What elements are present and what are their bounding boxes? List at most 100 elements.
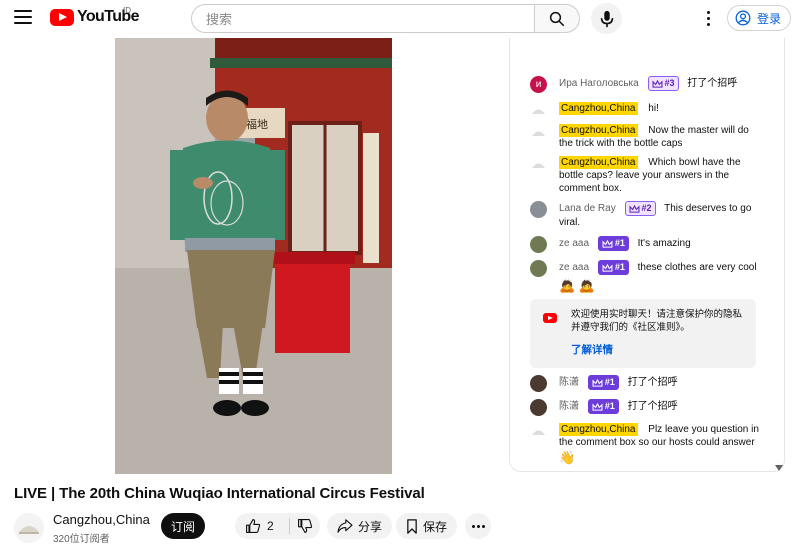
- crown-icon: [602, 263, 613, 272]
- chat-author[interactable]: Cangzhou,China: [559, 156, 638, 169]
- crown-icon: [592, 402, 603, 411]
- chat-author[interactable]: 陈潇: [559, 377, 579, 388]
- avatar[interactable]: [530, 156, 547, 173]
- badge-rank: #3: [664, 78, 675, 88]
- like-button[interactable]: 2: [235, 513, 289, 539]
- badge-rank: #1: [614, 238, 625, 248]
- save-label: 保存: [423, 519, 448, 534]
- chat-message: Lana de Ray #2 This deserves to go viral…: [530, 201, 762, 229]
- chat-text: 打了个招呼: [627, 401, 678, 413]
- chat-message: 陈潇 #1 打了个招呼: [530, 375, 762, 392]
- channel-logo-icon: [532, 109, 545, 114]
- thumbs-up-icon: [246, 519, 261, 533]
- chat-text: 打了个招呼: [627, 377, 678, 389]
- bowing-emoji: 🙇 🙇: [559, 278, 595, 293]
- channel-logo-icon: [532, 430, 545, 435]
- live-chat-panel: и Ира Наголовська #3 打了个招呼 Cangzhou,Chin…: [509, 38, 785, 472]
- avatar[interactable]: [530, 124, 547, 141]
- member-badge: #3: [647, 76, 679, 91]
- channel-logo-icon: [532, 163, 545, 168]
- subscribe-button[interactable]: 订阅: [161, 513, 205, 539]
- chat-message: Cangzhou,China Plz leave you question in…: [530, 423, 762, 466]
- avatar[interactable]: [530, 201, 547, 218]
- chat-text: hi!: [648, 103, 659, 114]
- emoji-row: 🙇 🙇: [559, 279, 762, 294]
- chat-welcome-notice: 欢迎使用实时聊天！请注意保护你的隐私并遵守我们的《社区准则》。 了解详情: [530, 299, 756, 368]
- thumbs-down-icon: [298, 519, 313, 533]
- chat-message: 陈潇 #1 打了个招呼: [530, 399, 762, 416]
- sign-in-button[interactable]: 登录: [727, 5, 791, 31]
- chat-message: Cangzhou,China Now the master will do th…: [530, 124, 762, 150]
- subscriber-count: 320位订阅者: [53, 534, 110, 545]
- avatar[interactable]: и: [530, 76, 547, 93]
- avatar[interactable]: [530, 423, 547, 440]
- chat-message: и Ира Наголовська #3 打了个招呼: [530, 76, 762, 93]
- like-count: 2: [267, 519, 274, 533]
- search-button[interactable]: [534, 4, 580, 33]
- channel-logo-icon: [532, 131, 545, 136]
- chat-author[interactable]: ze aaa: [559, 262, 589, 273]
- voice-search-button[interactable]: [591, 3, 622, 34]
- search-icon: [549, 11, 565, 26]
- settings-more-icon[interactable]: [698, 6, 718, 30]
- chat-text: these clothes are very cool: [637, 262, 757, 274]
- building-sign: 福地: [246, 117, 268, 131]
- sign-in-label: 登录: [757, 11, 782, 26]
- badge-rank: #1: [604, 377, 615, 387]
- masthead: YouTube ID 搜索 登录: [0, 0, 800, 36]
- chat-author[interactable]: Cangzhou,China: [559, 124, 638, 137]
- youtube-play-icon: [50, 8, 74, 26]
- chat-author[interactable]: Cangzhou,China: [559, 423, 638, 436]
- badge-rank: #1: [604, 401, 615, 411]
- chat-message: ze aaa #1 these clothes are very cool 🙇 …: [530, 260, 762, 294]
- chat-message: Cangzhou,China Which bowl have the bottl…: [530, 156, 762, 195]
- region-code: ID: [123, 6, 131, 15]
- microphone-icon: [600, 10, 613, 27]
- video-frame: 福地: [115, 38, 392, 474]
- share-button[interactable]: 分享: [327, 513, 393, 539]
- chat-author[interactable]: Cangzhou,China: [559, 102, 638, 115]
- chat-author[interactable]: Lana de Ray: [559, 203, 616, 214]
- bookmark-icon: [407, 518, 417, 534]
- chat-author[interactable]: 陈潇: [559, 401, 579, 412]
- member-badge: #1: [587, 399, 619, 414]
- avatar[interactable]: [530, 260, 547, 277]
- crown-icon: [592, 378, 603, 387]
- video-player[interactable]: 福地: [115, 38, 392, 474]
- video-title: LIVE | The 20th China Wuqiao Internation…: [14, 485, 425, 502]
- chat-message: Cangzhou,China hi!: [530, 102, 762, 119]
- avatar[interactable]: [530, 236, 547, 253]
- avatar[interactable]: [530, 399, 547, 416]
- crown-icon: [629, 204, 639, 213]
- save-button[interactable]: 保存: [396, 513, 458, 539]
- share-label: 分享: [358, 519, 383, 534]
- hamburger-menu-icon[interactable]: [14, 10, 32, 24]
- avatar[interactable]: [530, 375, 547, 392]
- chat-scroll-down-icon[interactable]: [775, 458, 783, 471]
- search-input[interactable]: 搜索: [191, 4, 535, 33]
- chat-text: 打了个招呼: [687, 78, 738, 90]
- member-badge: #1: [597, 236, 629, 251]
- crown-icon: [602, 239, 613, 248]
- more-actions-button[interactable]: [465, 513, 491, 539]
- crown-icon: [652, 79, 662, 88]
- share-icon: [337, 519, 353, 533]
- learn-more-link[interactable]: 了解详情: [571, 342, 613, 357]
- channel-logo-icon: [19, 526, 39, 534]
- badge-rank: #2: [641, 203, 652, 213]
- chat-author[interactable]: ze aaa: [559, 238, 589, 249]
- member-badge: #1: [587, 375, 619, 390]
- channel-avatar[interactable]: [14, 513, 44, 543]
- chat-text: It's amazing: [637, 238, 691, 250]
- avatar[interactable]: [530, 102, 547, 119]
- chat-author[interactable]: Ира Наголовська: [559, 78, 639, 89]
- dislike-button[interactable]: [290, 513, 320, 539]
- like-dislike-group: 2: [235, 513, 320, 539]
- member-badge: #2: [624, 201, 656, 216]
- emoji-row: 👋: [559, 451, 762, 466]
- waving-hand-emoji: 👋: [559, 450, 576, 465]
- channel-name[interactable]: Cangzhou,China: [53, 512, 150, 527]
- youtube-play-icon: [543, 313, 557, 323]
- badge-rank: #1: [614, 262, 625, 272]
- account-icon: [735, 10, 751, 26]
